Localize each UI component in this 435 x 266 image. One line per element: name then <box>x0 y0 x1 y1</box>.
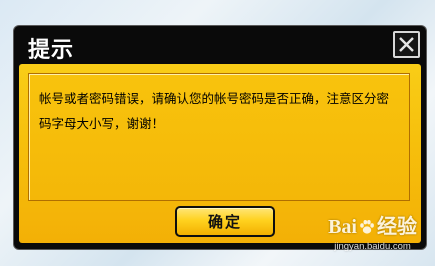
message-text: 帐号或者密码错误，请确认您的帐号密码是否正确，注意区分密码字母大小写，谢谢！ <box>39 91 390 131</box>
ok-button[interactable]: 确定 <box>175 206 275 237</box>
watermark-brand: Bai <box>328 216 357 238</box>
dialog-title-bar[interactable]: 提示 <box>14 26 426 64</box>
watermark-brand-suffix: 经验 <box>377 216 417 238</box>
dialog-title: 提示 <box>28 38 75 63</box>
watermark-url: jingyan.baidu.com <box>334 241 411 252</box>
watermark: Bai 经验 jingyan.baidu.com <box>328 216 417 252</box>
paw-icon <box>358 218 376 241</box>
close-icon <box>398 36 415 53</box>
message-box: 帐号或者密码错误，请确认您的帐号密码是否正确，注意区分密码字母大小写，谢谢！ <box>28 73 410 201</box>
close-button[interactable] <box>393 31 420 58</box>
